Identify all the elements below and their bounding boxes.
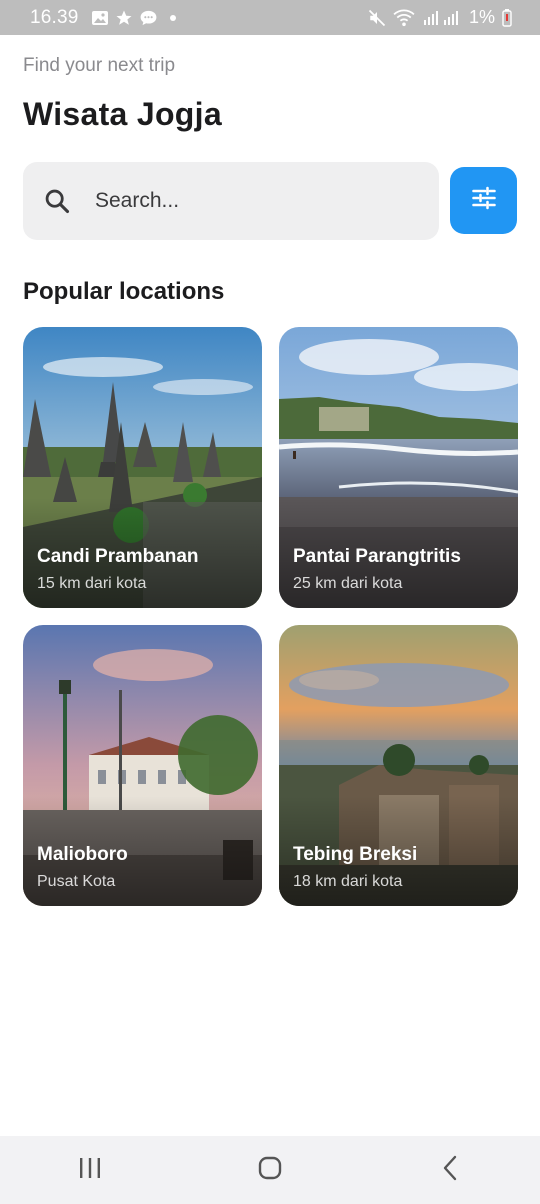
location-card-parangtritis[interactable]: Pantai Parangtritis 25 km dari kota <box>279 327 518 608</box>
status-bar: 16.39 1% <box>0 0 540 35</box>
signal-icon <box>422 10 462 26</box>
star-icon <box>115 9 133 27</box>
search-bar[interactable] <box>23 162 439 240</box>
location-card-malioboro[interactable]: Malioboro Pusat Kota <box>23 625 262 906</box>
recent-apps-button[interactable] <box>60 1145 120 1195</box>
search-input[interactable] <box>95 189 395 213</box>
notification-dot <box>169 14 176 21</box>
battery-percent: 1% <box>468 7 495 27</box>
search-icon <box>43 187 71 215</box>
page-title: Wisata Jogja <box>23 96 222 132</box>
mute-icon <box>368 9 386 27</box>
location-distance: Pusat Kota <box>37 873 116 890</box>
location-card-prambanan[interactable]: Candi Prambanan 15 km dari kota <box>23 327 262 608</box>
chat-icon <box>139 9 158 27</box>
location-card-breksi[interactable]: Tebing Breksi 18 km dari kota <box>279 625 518 906</box>
system-nav-bar <box>0 1136 540 1204</box>
tune-icon <box>470 184 498 217</box>
gallery-icon <box>91 10 109 26</box>
back-button[interactable] <box>420 1145 480 1195</box>
location-distance: 18 km dari kota <box>293 873 403 890</box>
location-name: Pantai Parangtritis <box>293 546 461 567</box>
home-button[interactable] <box>240 1145 300 1195</box>
battery-icon <box>502 8 512 27</box>
location-name: Tebing Breksi <box>293 844 418 865</box>
filter-button[interactable] <box>450 167 517 234</box>
home-icon <box>257 1155 283 1186</box>
wifi-icon <box>393 8 415 27</box>
status-bar-left: 16.39 <box>30 7 176 29</box>
location-distance: 15 km dari kota <box>37 575 147 592</box>
location-name: Malioboro <box>37 844 128 865</box>
back-icon <box>440 1155 460 1186</box>
location-distance: 25 km dari kota <box>293 575 403 592</box>
location-name: Candi Prambanan <box>37 546 199 567</box>
status-bar-right: 1% <box>368 7 512 28</box>
recent-apps-icon <box>77 1156 103 1185</box>
status-time: 16.39 <box>30 6 79 28</box>
page-subtitle: Find your next trip <box>23 55 176 76</box>
section-title: Popular locations <box>23 278 225 305</box>
